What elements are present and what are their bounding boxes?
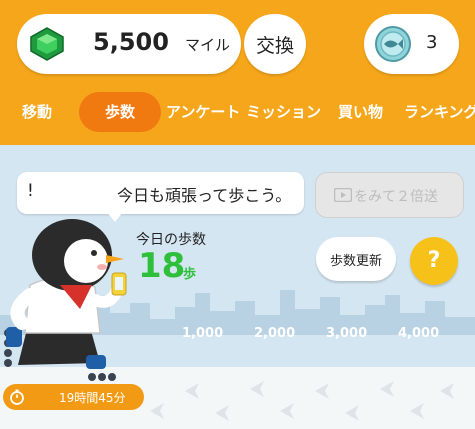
tab-ranking[interactable]: ランキング: [404, 92, 475, 132]
fish-coin-icon: [375, 26, 411, 62]
tab-steps[interactable]: 歩数: [79, 92, 161, 132]
bonus-timer: 19時間45分: [3, 384, 144, 410]
milestone-1000: 1,000: [182, 326, 224, 341]
exchange-button[interactable]: 交換: [244, 14, 306, 74]
stopwatch-icon: [10, 389, 24, 405]
speech-text: 今日も頑張って歩こう。: [117, 186, 292, 205]
app-header: 5,500 マイル 交換 3 移動 歩数 アンケート ミッション 買い物 ランキ…: [0, 0, 475, 145]
help-button[interactable]: ?: [410, 237, 458, 285]
watch-ad-double-button[interactable]: をみて２倍送: [315, 172, 464, 218]
coin-balance[interactable]: 3: [364, 14, 459, 74]
timer-text: 19時間45分: [59, 391, 126, 405]
penguin-mascot: [4, 219, 127, 381]
emerald-gem-icon: [30, 27, 64, 61]
coin-count: 3: [426, 32, 438, 53]
footprint-trail: [120, 381, 454, 421]
miles-balance[interactable]: 5,500 マイル: [17, 14, 241, 74]
speech-exclaim: !: [27, 181, 34, 201]
steps-unit: 歩: [183, 267, 197, 282]
watch-ad-label: をみて２倍送: [354, 189, 438, 205]
update-steps-button[interactable]: 歩数更新: [316, 237, 396, 281]
milestone-3000: 3,000: [326, 326, 368, 341]
speech-bubble: ! 今日も頑張って歩こう。: [17, 172, 304, 222]
tab-shopping[interactable]: 買い物: [338, 92, 383, 132]
miles-unit: マイル: [185, 36, 231, 54]
milestone-4000: 4,000: [398, 326, 440, 341]
milestone-2000: 2,000: [254, 326, 296, 341]
video-play-icon: [334, 188, 352, 202]
tab-move[interactable]: 移動: [22, 92, 52, 132]
tab-survey[interactable]: アンケート: [166, 92, 240, 132]
tab-mission[interactable]: ミッション: [246, 92, 321, 132]
steps-scene: ! 今日も頑張って歩こう。 をみて２倍送 ×2 今日の歩数 18 歩 歩数更新 …: [0, 145, 475, 429]
miles-value: 5,500: [93, 28, 169, 56]
tab-bar: 移動 歩数 アンケート ミッション 買い物 ランキング: [0, 92, 475, 132]
